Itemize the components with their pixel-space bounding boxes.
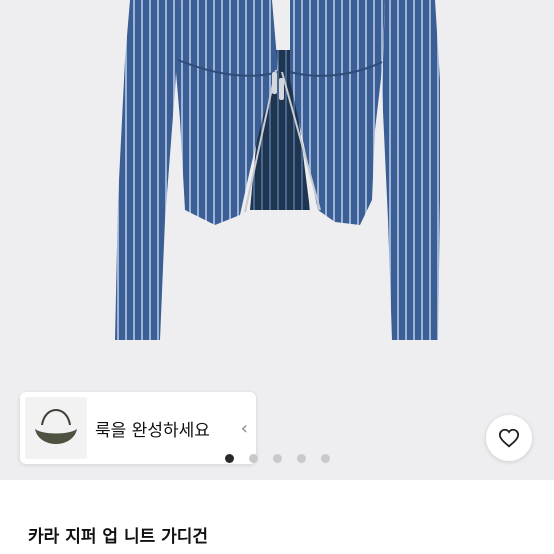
bag-thumbnail — [25, 397, 87, 459]
carousel-dot[interactable] — [297, 454, 306, 463]
complete-look-label: 룩을 완성하세요 — [95, 420, 210, 441]
bag-icon — [25, 397, 87, 459]
carousel-dot[interactable] — [225, 454, 234, 463]
complete-look-card[interactable]: 룩을 완성하세요 ‹ — [20, 392, 256, 464]
carousel-dot[interactable] — [273, 454, 282, 463]
chevron-left-icon[interactable]: ‹ — [241, 418, 248, 439]
wishlist-button[interactable] — [486, 415, 532, 461]
carousel-dot[interactable] — [249, 454, 258, 463]
product-title: 카라 지퍼 업 니트 가디건 — [28, 527, 209, 547]
carousel-indicator — [225, 454, 345, 464]
heart-icon — [498, 428, 520, 448]
carousel-dot[interactable] — [321, 454, 330, 463]
